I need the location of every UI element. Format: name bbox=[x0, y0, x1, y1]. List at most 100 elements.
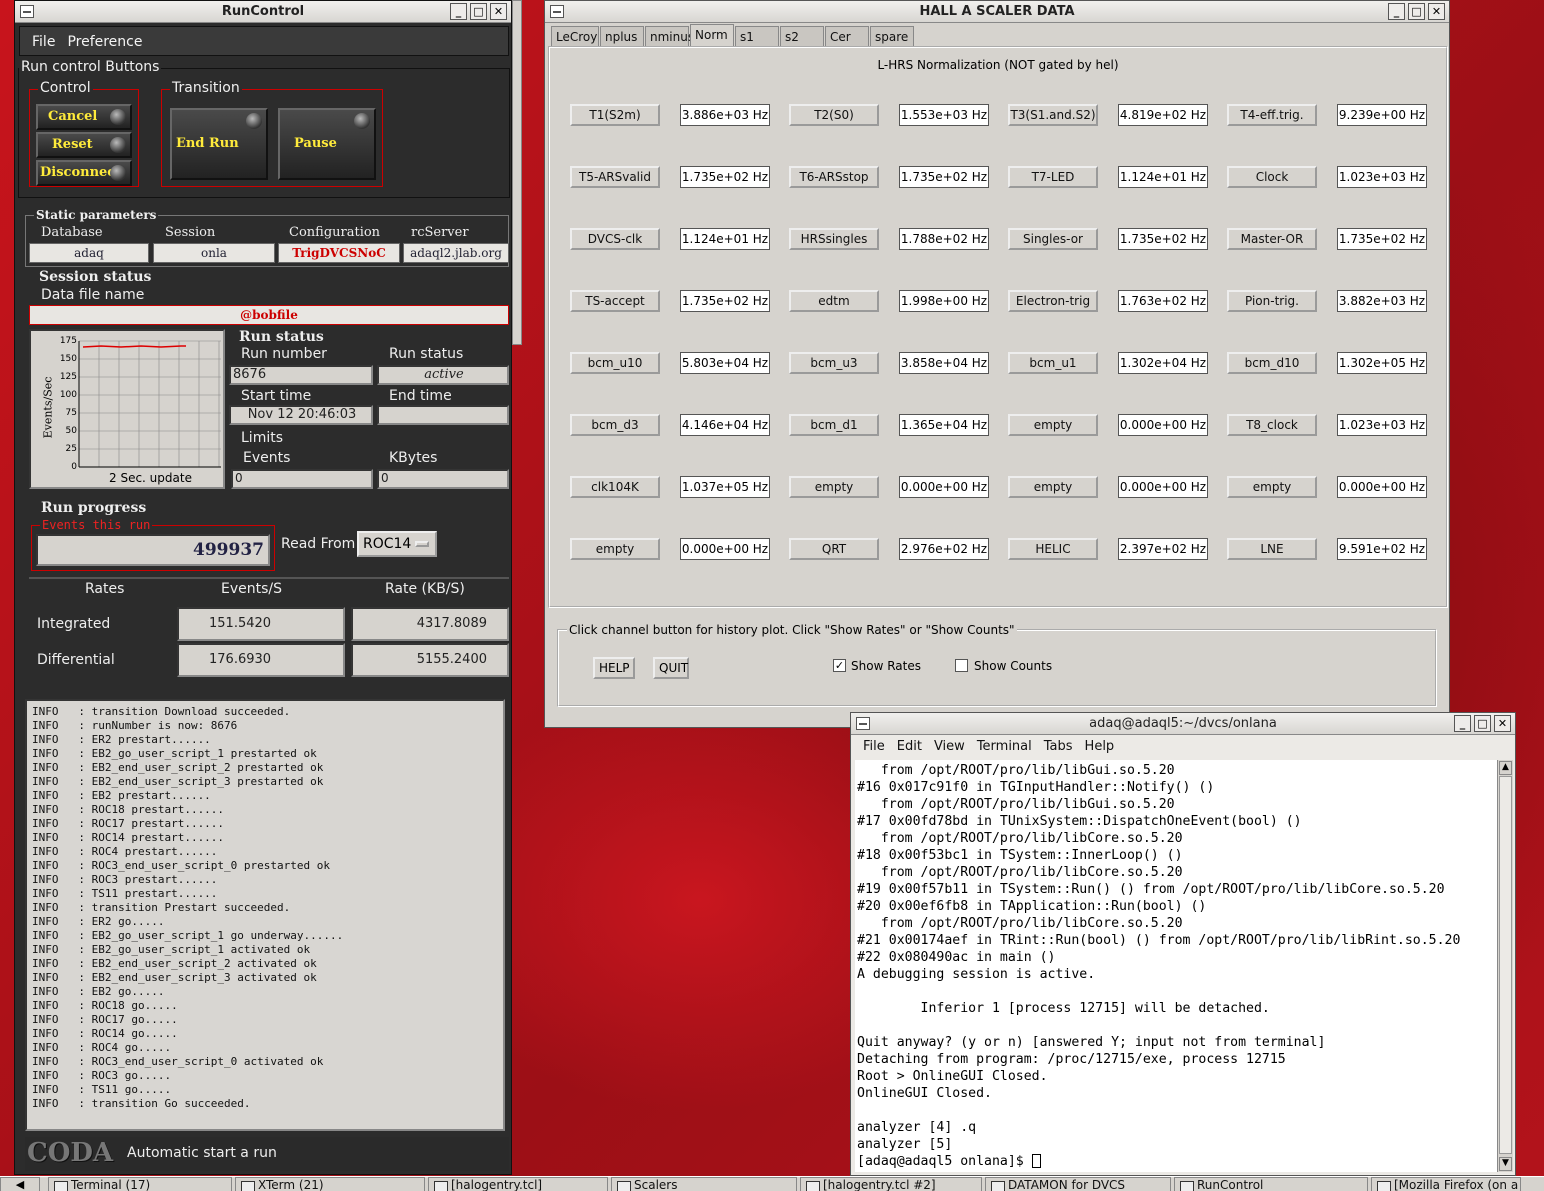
terminal-menu-file[interactable]: File bbox=[863, 739, 885, 754]
channel-button[interactable]: QRT bbox=[789, 538, 879, 560]
tab-spare[interactable]: spare bbox=[870, 26, 914, 46]
channel-button[interactable]: empty bbox=[570, 538, 660, 560]
terminal-menu-view[interactable]: View bbox=[934, 739, 965, 754]
scroll-up-icon[interactable]: ▲ bbox=[1499, 761, 1512, 775]
channel-button[interactable]: empty bbox=[1008, 414, 1098, 436]
tab-norm[interactable]: Norm bbox=[690, 24, 734, 46]
show-counts-checkbox[interactable] bbox=[955, 659, 968, 672]
terminal-scrollbar[interactable]: ▲ ▼ bbox=[1497, 760, 1513, 1172]
tab-nplus[interactable]: nplus bbox=[600, 26, 644, 46]
maximize-icon[interactable]: □ bbox=[470, 3, 487, 20]
menu-preference[interactable]: Preference bbox=[67, 34, 142, 50]
terminal-menu-edit[interactable]: Edit bbox=[897, 739, 922, 754]
channel-button[interactable]: T1(S2m) bbox=[570, 104, 660, 126]
tab-nminus[interactable]: nminus bbox=[645, 26, 694, 46]
kbytes-limit-input[interactable]: 0 bbox=[377, 469, 509, 489]
help-button[interactable]: HELP bbox=[593, 657, 635, 679]
channel-button[interactable]: DVCS-clk bbox=[570, 228, 660, 250]
scaler-titlebar[interactable]: HALL A SCALER DATA _ □ ✕ bbox=[545, 1, 1449, 23]
channel-button[interactable]: T6-ARSstop bbox=[789, 166, 879, 188]
log-line: INFO : ROC4 go..... bbox=[32, 1041, 172, 1054]
scroll-thumb[interactable] bbox=[1499, 776, 1512, 1154]
tab-cer[interactable]: Cer bbox=[825, 26, 869, 46]
maximize-icon[interactable]: □ bbox=[1408, 3, 1425, 20]
pause-button[interactable]: Pause bbox=[278, 108, 376, 180]
taskbar-item[interactable]: XTerm (21) bbox=[235, 1177, 425, 1191]
tab-lecroy[interactable]: LeCroy bbox=[551, 26, 599, 46]
channel-button[interactable]: Master-OR bbox=[1227, 228, 1317, 250]
y-tick-label: 150 bbox=[59, 354, 77, 364]
channel-button[interactable]: HELIC bbox=[1008, 538, 1098, 560]
taskbar-item[interactable]: Scalers bbox=[611, 1177, 797, 1191]
channel-button[interactable]: edtm bbox=[789, 290, 879, 312]
menu-file[interactable]: File bbox=[32, 34, 55, 50]
channel-button[interactable]: bcm_u10 bbox=[570, 352, 660, 374]
channel-button[interactable]: bcm_d1 bbox=[789, 414, 879, 436]
scroll-down-icon[interactable]: ▼ bbox=[1499, 1157, 1512, 1171]
close-icon[interactable]: ✕ bbox=[1428, 3, 1445, 20]
taskbar-item[interactable]: RunControl bbox=[1174, 1177, 1368, 1191]
cancel-button[interactable]: Cancel bbox=[36, 104, 132, 130]
channel-button[interactable]: Pion-trig. bbox=[1227, 290, 1317, 312]
channel-button[interactable]: clk104K bbox=[570, 476, 660, 498]
channel-button[interactable]: T2(S0) bbox=[789, 104, 879, 126]
channel-button[interactable]: bcm_u1 bbox=[1008, 352, 1098, 374]
end-run-button[interactable]: End Run bbox=[170, 108, 268, 180]
runcontrol-scrollbar[interactable] bbox=[512, 0, 522, 345]
channel-button[interactable]: T8_clock bbox=[1227, 414, 1317, 436]
log-line: INFO : runNumber is now: 8676 bbox=[32, 719, 238, 732]
terminal-output[interactable]: from /opt/ROOT/pro/lib/libGui.so.5.20 #16… bbox=[855, 760, 1497, 1172]
quit-button[interactable]: QUIT bbox=[653, 657, 689, 679]
channel-button[interactable]: T3(S1.and.S2) bbox=[1008, 104, 1098, 126]
channel-button[interactable]: empty bbox=[1227, 476, 1317, 498]
tab-s1[interactable]: s1 bbox=[735, 26, 779, 46]
channel-rate-value: 2.397e+02 Hz bbox=[1118, 538, 1208, 560]
integrated-events-value: 151.5420 bbox=[177, 607, 345, 641]
channel-button[interactable]: LNE bbox=[1227, 538, 1317, 560]
close-icon[interactable]: ✕ bbox=[1494, 715, 1511, 732]
terminal-menu-terminal[interactable]: Terminal bbox=[977, 739, 1032, 754]
taskbar-item[interactable]: [Mozilla Firefox (on a bbox=[1371, 1177, 1521, 1191]
show-desktop-icon[interactable]: ◀ bbox=[0, 1177, 40, 1191]
taskbar-item[interactable]: [halogentry.tcl] bbox=[428, 1177, 608, 1191]
channel-button[interactable]: T4-eff.trig. bbox=[1227, 104, 1317, 126]
channel-button[interactable]: empty bbox=[1008, 476, 1098, 498]
disconnect-button[interactable]: Disconnect bbox=[36, 160, 132, 186]
channel-button[interactable]: HRSsingles bbox=[789, 228, 879, 250]
runcontrol-titlebar[interactable]: RunControl _ □ ✕ bbox=[15, 1, 511, 23]
channel-button[interactable]: Singles-or bbox=[1008, 228, 1098, 250]
channel-button[interactable]: bcm_u3 bbox=[789, 352, 879, 374]
window-menu-icon[interactable] bbox=[856, 717, 870, 730]
terminal-menu-help[interactable]: Help bbox=[1085, 739, 1115, 754]
channel-button[interactable]: empty bbox=[789, 476, 879, 498]
channel-button[interactable]: bcm_d3 bbox=[570, 414, 660, 436]
channel-button[interactable]: T7-LED bbox=[1008, 166, 1098, 188]
taskbar-item[interactable]: Terminal (17) bbox=[48, 1177, 232, 1191]
rate-graph: 175 150 125 100 75 50 25 0 Events/Sec 2 Sec. up… bbox=[29, 329, 225, 489]
led-icon bbox=[110, 137, 126, 153]
taskbar-item[interactable]: DATAMON for DVCS bbox=[985, 1177, 1171, 1191]
terminal-titlebar[interactable]: adaq@adaql5:~/dvcs/onlana _ □ ✕ bbox=[851, 713, 1515, 735]
differential-events-value: 176.6930 bbox=[177, 643, 345, 677]
minimize-icon[interactable]: _ bbox=[1388, 3, 1405, 20]
read-from-select[interactable]: ROC14 bbox=[357, 531, 437, 557]
close-icon[interactable]: ✕ bbox=[490, 3, 507, 20]
minimize-icon[interactable]: _ bbox=[450, 3, 467, 20]
channel-button[interactable]: TS-accept bbox=[570, 290, 660, 312]
maximize-icon[interactable]: □ bbox=[1474, 715, 1491, 732]
channel-button[interactable]: bcm_d10 bbox=[1227, 352, 1317, 374]
window-menu-icon[interactable] bbox=[20, 5, 34, 18]
show-rates-checkbox[interactable]: ✓ bbox=[833, 659, 846, 672]
events-limit-input[interactable]: 0 bbox=[231, 469, 373, 489]
tab-s2[interactable]: s2 bbox=[780, 26, 824, 46]
window-menu-icon[interactable] bbox=[550, 5, 564, 18]
channel-button[interactable]: Clock bbox=[1227, 166, 1317, 188]
log-panel[interactable]: INFO : transition Download succeeded. INF… bbox=[25, 699, 505, 1131]
log-line: INFO : ROC3_end_user_script_0 prestarted… bbox=[32, 859, 331, 872]
channel-button[interactable]: T5-ARSvalid bbox=[570, 166, 660, 188]
terminal-menu-tabs[interactable]: Tabs bbox=[1044, 739, 1073, 754]
reset-button[interactable]: Reset bbox=[36, 132, 132, 158]
channel-button[interactable]: Electron-trig bbox=[1008, 290, 1098, 312]
taskbar-item[interactable]: [halogentry.tcl #2] bbox=[800, 1177, 982, 1191]
minimize-icon[interactable]: _ bbox=[1454, 715, 1471, 732]
